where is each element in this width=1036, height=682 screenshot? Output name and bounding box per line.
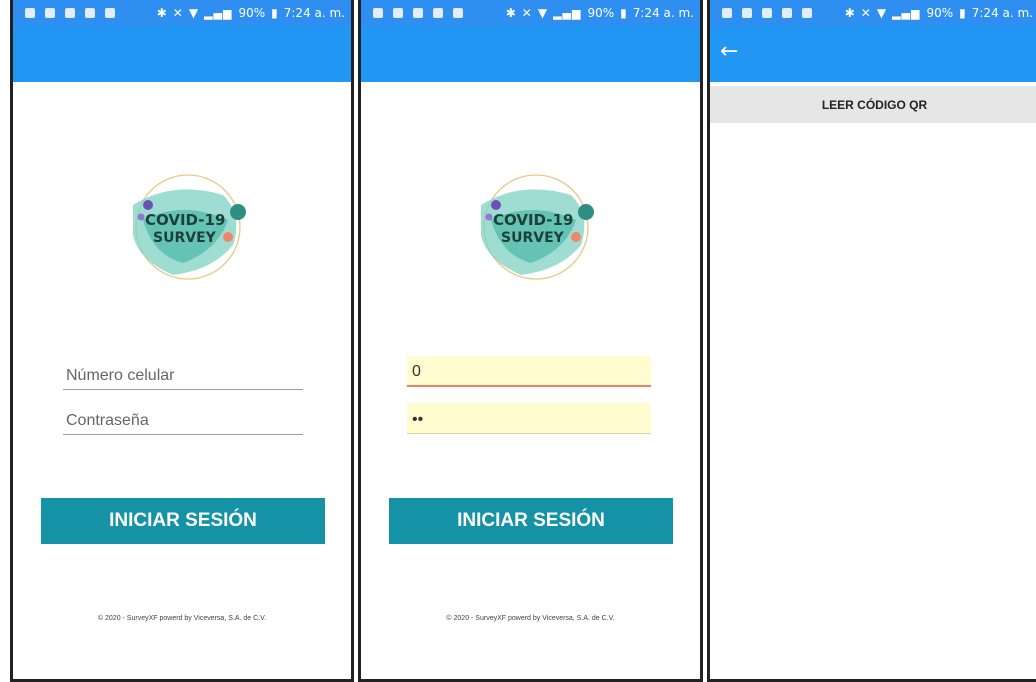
image-icon — [742, 8, 752, 18]
notification-icon — [373, 8, 383, 18]
password-input[interactable]: Contraseña — [63, 405, 303, 435]
login-screen-empty: ✱ ✕ ▼ ▂▄▆ 90% ▮ 7:24 a. m. COVID-19 SURV… — [10, 0, 354, 682]
phone-placeholder: Número celular — [66, 367, 175, 384]
notification-icons — [710, 8, 812, 18]
clock: 7:24 a. m. — [971, 6, 1033, 20]
signal-icon: ▂▄▆ — [892, 6, 921, 20]
app-bar — [361, 26, 700, 82]
battery-percent: 90% — [926, 6, 954, 20]
usb-icon — [413, 8, 423, 18]
app-bar — [13, 26, 351, 82]
bug-icon — [85, 8, 95, 18]
status-bar: ✱ ✕ ▼ ▂▄▆ 90% ▮ 7:24 a. m. — [361, 0, 700, 26]
battery-icon: ▮ — [959, 6, 966, 20]
image-icon — [65, 8, 75, 18]
notification-icons — [361, 8, 463, 18]
password-placeholder: Contraseña — [66, 412, 149, 429]
clock: 7:24 a. m. — [283, 6, 345, 20]
phone-value: 0 — [412, 363, 421, 380]
status-bar: ✱ ✕ ▼ ▂▄▆ 90% ▮ 7:24 a. m. — [710, 0, 1036, 26]
wifi-icon: ▼ — [188, 6, 199, 20]
back-arrow-icon[interactable]: ← — [720, 40, 744, 64]
copyright-footer: © 2020 - SurveyXF powerd by Viceversa, S… — [97, 615, 267, 622]
wifi-icon: ▼ — [537, 6, 548, 20]
signal-icon: ▂▄▆ — [204, 6, 233, 20]
bluetooth-icon: ✱ — [844, 6, 855, 20]
mute-icon: ✕ — [860, 6, 871, 20]
login-screen-filled: ✱ ✕ ▼ ▂▄▆ 90% ▮ 7:24 a. m. COVID-19 SURV… — [358, 0, 703, 682]
bluetooth-icon: ✱ — [505, 6, 516, 20]
signal-icon: ▂▄▆ — [553, 6, 582, 20]
image-icon — [393, 8, 403, 18]
covid-survey-logo: COVID-19 SURVEY — [481, 174, 594, 280]
battery-icon: ▮ — [620, 6, 627, 20]
logo-text-line2: SURVEY — [153, 230, 217, 246]
logo-text-line2: SURVEY — [501, 230, 565, 246]
battery-icon: ▮ — [271, 6, 278, 20]
mute-icon: ✕ — [521, 6, 532, 20]
android-icon — [453, 8, 463, 18]
mute-icon: ✕ — [172, 6, 183, 20]
covid-survey-logo: COVID-19 SURVEY — [133, 174, 246, 280]
bug-icon — [433, 8, 443, 18]
phone-input[interactable]: Número celular — [63, 360, 303, 390]
usb-icon — [762, 8, 772, 18]
login-button[interactable]: INICIAR SESIÓN — [41, 498, 325, 544]
password-value: •• — [412, 411, 424, 428]
phone-input[interactable]: 0 — [407, 356, 651, 387]
bug-icon — [782, 8, 792, 18]
screens-composite: ✱ ✕ ▼ ▂▄▆ 90% ▮ 7:24 a. m. COVID-19 SURV… — [0, 0, 1036, 682]
logo-text-line1: COVID-19 — [493, 211, 573, 229]
android-icon — [105, 8, 115, 18]
android-icon — [802, 8, 812, 18]
wifi-icon: ▼ — [876, 6, 887, 20]
bluetooth-icon: ✱ — [156, 6, 167, 20]
copyright-footer: © 2020 - SurveyXF powerd by Viceversa, S… — [446, 615, 615, 622]
app-bar: ← — [710, 26, 1036, 82]
logo-text-line1: COVID-19 — [145, 211, 225, 229]
read-qr-button[interactable]: LEER CÓDIGO QR — [710, 86, 1036, 123]
clock: 7:24 a. m. — [632, 6, 694, 20]
qr-screen: ✱ ✕ ▼ ▂▄▆ 90% ▮ 7:24 a. m. ← LEER CÓDIGO… — [707, 0, 1036, 682]
usb-icon — [45, 8, 55, 18]
login-button[interactable]: INICIAR SESIÓN — [389, 498, 673, 544]
notification-icons — [13, 8, 115, 18]
password-input[interactable]: •• — [407, 403, 651, 434]
battery-percent: 90% — [587, 6, 615, 20]
status-bar: ✱ ✕ ▼ ▂▄▆ 90% ▮ 7:24 a. m. — [13, 0, 351, 26]
notification-icon — [722, 8, 732, 18]
notification-icon — [25, 8, 35, 18]
battery-percent: 90% — [238, 6, 266, 20]
